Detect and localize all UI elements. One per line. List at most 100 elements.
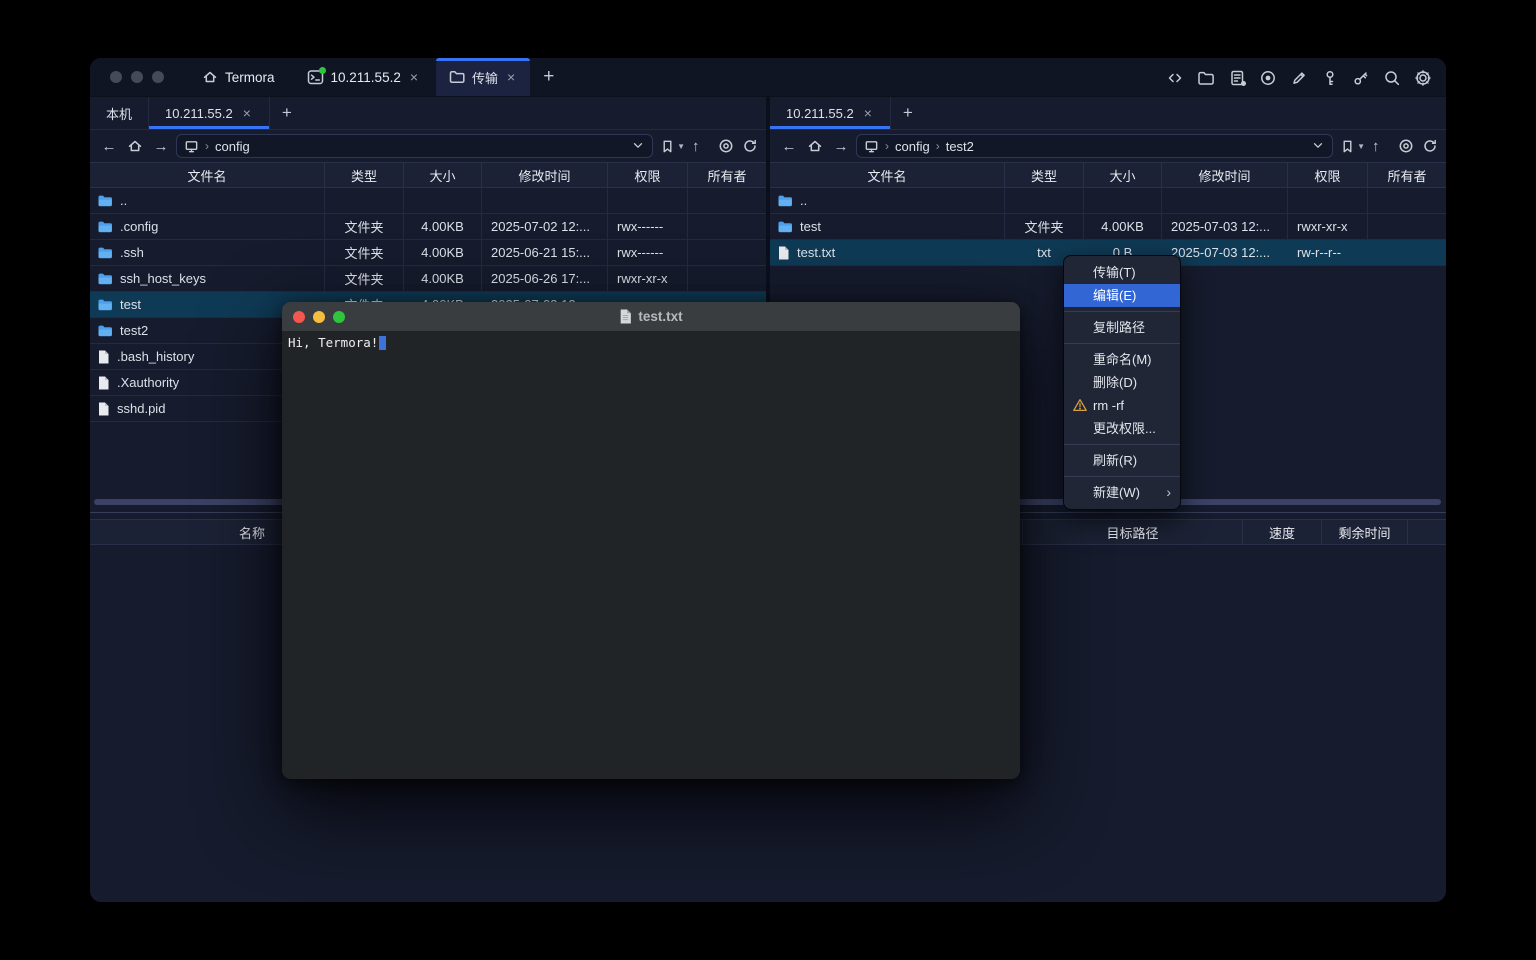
edit-pencil-icon[interactable] (1290, 69, 1308, 87)
bookmark-dropdown-icon[interactable]: ▼ (1357, 142, 1365, 151)
path-segment[interactable]: config (215, 139, 250, 154)
column-header[interactable]: 修改时间 (482, 163, 608, 187)
zoom-window-button[interactable] (152, 71, 164, 83)
key-icon[interactable] (1321, 69, 1339, 87)
right-panel-tabs: 10.211.55.2 × + (770, 97, 1446, 130)
refresh-button[interactable] (1418, 138, 1438, 154)
chevron-down-icon[interactable] (1311, 138, 1325, 155)
tab-host-label: 10.211.55.2 (331, 70, 401, 85)
column-header[interactable]: 权限 (608, 163, 688, 187)
back-button[interactable]: ← (98, 138, 120, 155)
tab-transfer-label: 传输 (472, 68, 498, 87)
folder-icon (98, 195, 112, 207)
menu-item-refresh[interactable]: 刷新(R) (1064, 449, 1180, 472)
editor-content[interactable]: Hi, Termora! (282, 331, 1020, 779)
tab-host-session[interactable]: 10.211.55.2 × (291, 58, 437, 96)
home-button[interactable] (804, 138, 826, 155)
menu-item-copy-path[interactable]: 复制路径 (1064, 316, 1180, 339)
home-button[interactable] (124, 138, 146, 155)
folder-icon (98, 273, 112, 285)
column-header[interactable]: 所有者 (1368, 163, 1446, 187)
new-tab-button[interactable]: + (530, 58, 567, 96)
bookmark-dropdown-icon[interactable]: ▼ (677, 142, 685, 151)
tab-left-host[interactable]: 10.211.55.2 × (149, 97, 270, 129)
tab-home[interactable]: Termora (186, 58, 291, 96)
tab-local[interactable]: 本机 (90, 97, 149, 129)
table-row[interactable]: .config 文件夹 4.00KB 2025-07-02 12:... rwx… (90, 214, 766, 240)
file-icon (778, 246, 789, 260)
column-header[interactable]: 剩余时间 (1322, 520, 1408, 544)
folder-tab-icon (449, 69, 465, 85)
folder-icon[interactable] (1197, 69, 1215, 87)
column-header[interactable]: 修改时间 (1162, 163, 1288, 187)
close-window-button[interactable] (110, 71, 122, 83)
code-snippets-icon[interactable] (1166, 69, 1184, 87)
tab-right-host[interactable]: 10.211.55.2 × (770, 97, 891, 129)
menu-separator (1064, 311, 1180, 312)
screen: Termora 10.211.55.2 × 传输 × + (0, 0, 1536, 960)
column-header[interactable]: 类型 (1005, 163, 1084, 187)
show-hidden-toggle[interactable] (718, 138, 734, 154)
column-header[interactable]: 大小 (1084, 163, 1162, 187)
menu-item-chmod[interactable]: 更改权限... (1064, 417, 1180, 440)
file-name: ssh_host_keys (120, 271, 206, 286)
column-header[interactable]: 所有者 (688, 163, 766, 187)
left-new-tab-button[interactable]: + (270, 97, 304, 129)
left-panel-tabs: 本机 10.211.55.2 × + (90, 97, 766, 130)
upload-button[interactable]: ↑ (1372, 138, 1394, 155)
menu-item-transfer[interactable]: 传输(T) (1064, 261, 1180, 284)
chevron-down-icon[interactable] (631, 138, 645, 155)
refresh-button[interactable] (738, 138, 758, 154)
show-hidden-toggle[interactable] (1398, 138, 1414, 154)
close-icon[interactable]: × (505, 69, 517, 85)
close-icon[interactable]: × (862, 105, 874, 121)
menu-item-edit[interactable]: 编辑(E) (1064, 284, 1180, 307)
column-header[interactable]: 大小 (404, 163, 482, 187)
column-header[interactable]: 目标路径 (1023, 520, 1243, 544)
menu-item-rm-rf[interactable]: rm -rf (1064, 394, 1180, 417)
menu-separator (1064, 476, 1180, 477)
right-path-input[interactable]: › config › test2 (856, 134, 1333, 158)
path-segment[interactable]: test2 (946, 139, 974, 154)
forward-button[interactable]: → (830, 138, 852, 155)
table-row[interactable]: .. (90, 188, 766, 214)
menu-item-rename[interactable]: 重命名(M) (1064, 348, 1180, 371)
column-header[interactable]: 文件名 (90, 163, 325, 187)
bookmark-button[interactable]: ▼ (1337, 139, 1368, 154)
right-new-tab-button[interactable]: + (891, 97, 925, 129)
file-name: test (800, 219, 821, 234)
keychain-icon[interactable] (1352, 69, 1370, 87)
table-row[interactable]: .. (770, 188, 1446, 214)
close-icon[interactable]: × (241, 105, 253, 121)
record-macro-icon[interactable] (1259, 69, 1277, 87)
forward-button[interactable]: → (150, 138, 172, 155)
menu-item-new[interactable]: 新建(W) › (1064, 481, 1180, 504)
close-icon[interactable]: × (408, 69, 420, 85)
search-icon[interactable] (1383, 69, 1401, 87)
menu-item-delete[interactable]: 删除(D) (1064, 371, 1180, 394)
left-path-input[interactable]: › config (176, 134, 653, 158)
column-header[interactable]: 文件名 (770, 163, 1005, 187)
column-header[interactable]: 类型 (325, 163, 404, 187)
table-row[interactable]: test 文件夹 4.00KB 2025-07-03 12:... rwxr-x… (770, 214, 1446, 240)
file-name: .config (120, 219, 158, 234)
editor-titlebar[interactable]: test.txt (282, 302, 1020, 331)
file-name: .. (800, 193, 807, 208)
menu-separator (1064, 444, 1180, 445)
back-button[interactable]: ← (778, 138, 800, 155)
path-segment[interactable]: config (895, 139, 930, 154)
computer-icon (864, 139, 879, 154)
upload-button[interactable]: ↑ (692, 138, 714, 155)
column-header[interactable]: 速度 (1243, 520, 1322, 544)
column-header[interactable]: 权限 (1288, 163, 1368, 187)
minimize-window-button[interactable] (131, 71, 143, 83)
log-icon[interactable] (1228, 69, 1246, 87)
home-icon (202, 69, 218, 85)
file-name: test.txt (797, 245, 835, 260)
table-row[interactable]: ssh_host_keys 文件夹 4.00KB 2025-06-26 17:.… (90, 266, 766, 292)
table-row[interactable]: .ssh 文件夹 4.00KB 2025-06-21 15:... rwx---… (90, 240, 766, 266)
settings-gear-icon[interactable] (1414, 69, 1432, 87)
file-name: sshd.pid (117, 401, 165, 416)
tab-transfer-active[interactable]: 传输 × (436, 58, 530, 96)
bookmark-button[interactable]: ▼ (657, 139, 688, 154)
